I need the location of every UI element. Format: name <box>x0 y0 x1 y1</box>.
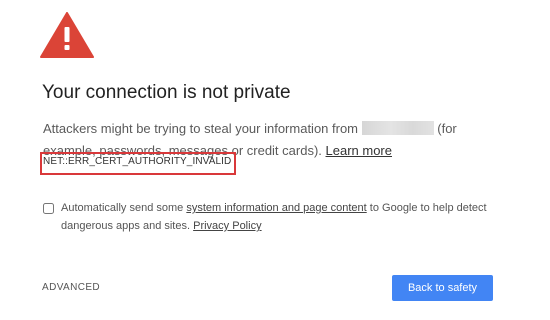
redacted-domain <box>361 121 434 135</box>
learn-more-link[interactable]: Learn more <box>326 143 392 158</box>
report-text-start: Automatically send some <box>61 202 184 214</box>
system-information-link[interactable]: system information and page content <box>186 202 366 214</box>
error-code[interactable]: NET::ERR_CERT_AUTHORITY_INVALID <box>43 156 231 167</box>
warning-triangle-icon <box>40 12 94 58</box>
send-report-label: Automatically send some system informati… <box>61 199 501 235</box>
send-report-checkbox[interactable] <box>43 203 54 214</box>
back-to-safety-button[interactable]: Back to safety <box>392 275 493 301</box>
privacy-policy-link[interactable]: Privacy Policy <box>193 220 261 232</box>
page-title: Your connection is not private <box>42 82 291 103</box>
message-text-start: Attackers might be trying to steal your … <box>43 121 359 136</box>
advanced-button[interactable]: ADVANCED <box>42 282 100 293</box>
